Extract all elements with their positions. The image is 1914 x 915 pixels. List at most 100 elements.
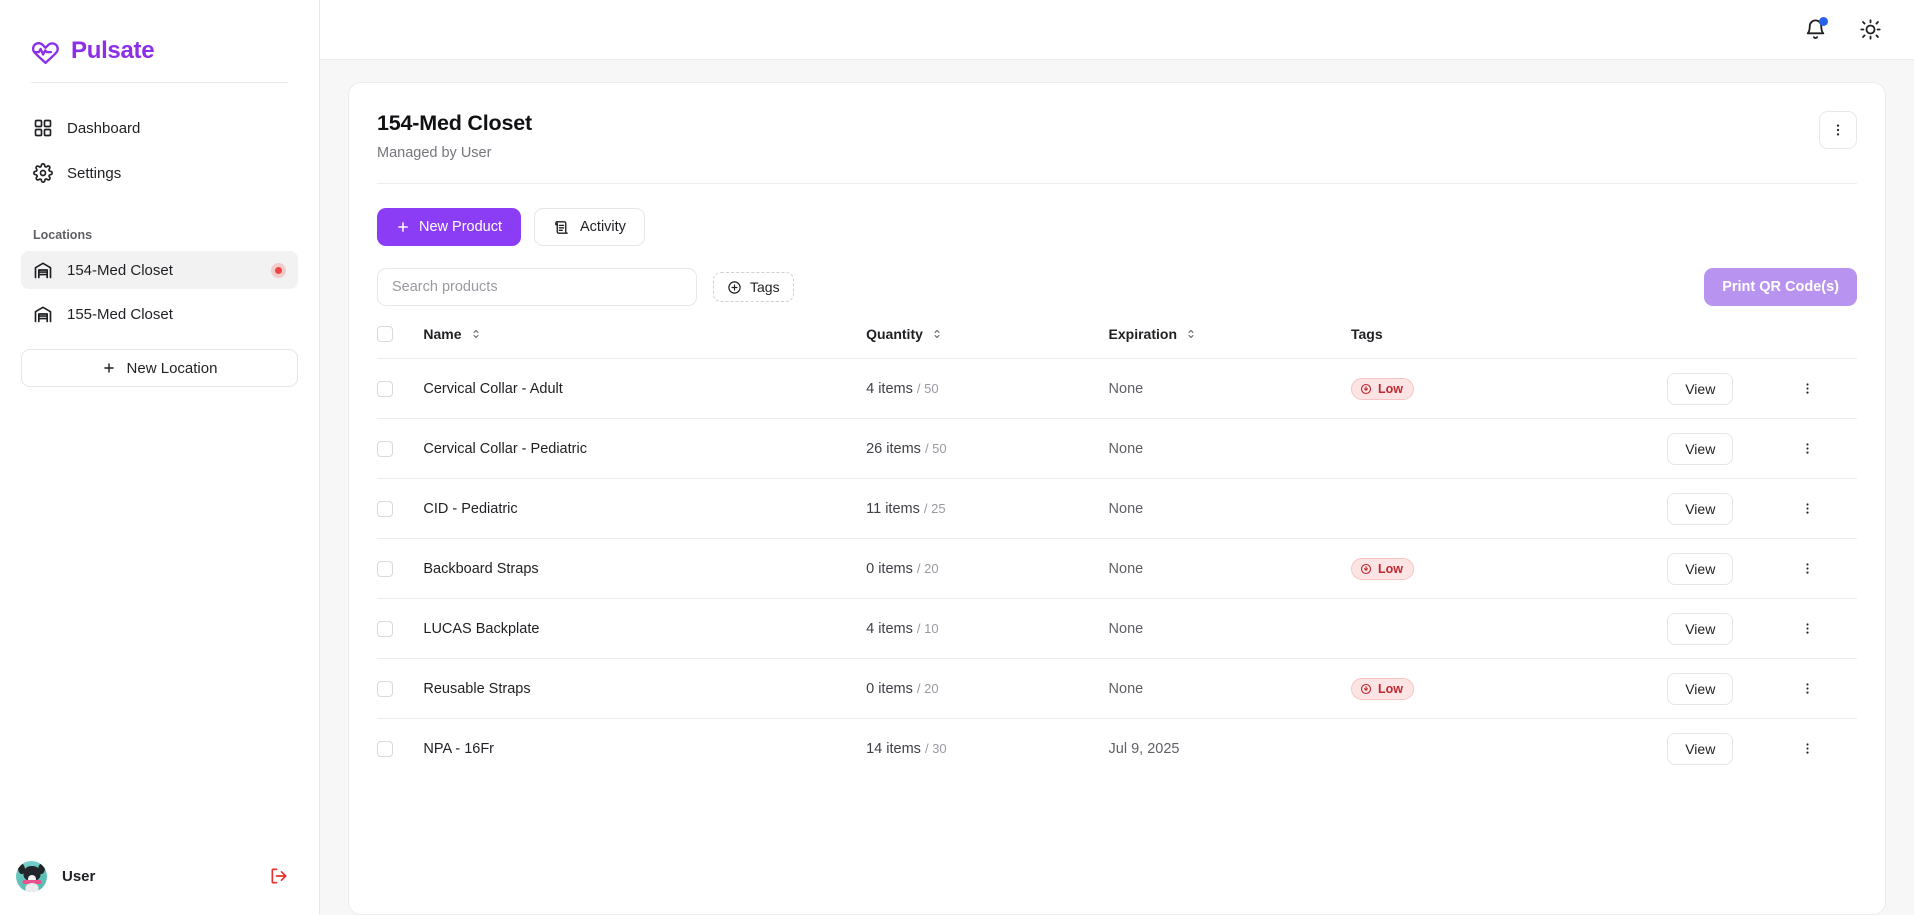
card-menu-button[interactable] [1819,111,1857,149]
row-menu-button[interactable] [1794,675,1821,702]
action-buttons: New Product Activity [377,208,1857,246]
table-row[interactable]: Reusable Straps0 items / 20NoneLowView [377,659,1857,719]
table-row[interactable]: NPA - 16Fr14 items / 30Jul 9, 2025View [377,719,1857,779]
theme-toggle-button[interactable] [1857,16,1884,43]
product-name: CID - Pediatric [423,501,517,517]
view-button[interactable]: View [1667,613,1733,645]
status-badge: Low [1351,678,1414,700]
sidebar-location-155-med-closet[interactable]: 155-Med Closet [21,295,298,333]
cell-view: View [1667,539,1793,599]
sort-arrows-icon [470,328,482,340]
cell-select [377,479,423,539]
cell-select [377,659,423,719]
view-button[interactable]: View [1667,493,1733,525]
row-checkbox[interactable] [377,561,393,577]
row-menu-button[interactable] [1794,735,1821,762]
cell-name: LUCAS Backplate [423,599,866,659]
row-menu-button[interactable] [1794,435,1821,462]
th-name[interactable]: Name [423,326,866,359]
cell-expiration: None [1109,419,1351,479]
brand[interactable]: Pulsate [0,0,319,74]
table-body: Cervical Collar - Adult4 items / 50NoneL… [377,359,1857,779]
sidebar-location-154-med-closet[interactable]: 154-Med Closet [21,251,298,289]
row-checkbox[interactable] [377,501,393,517]
table-row[interactable]: CID - Pediatric11 items / 25NoneView [377,479,1857,539]
search-input[interactable] [377,268,697,306]
avatar[interactable] [16,861,47,892]
view-button[interactable]: View [1667,373,1733,405]
row-checkbox[interactable] [377,741,393,757]
status-badge-label: Low [1378,682,1403,696]
row-checkbox[interactable] [377,621,393,637]
cell-view: View [1667,599,1793,659]
tags-filter-button[interactable]: Tags [713,272,794,302]
print-qr-button[interactable]: Print QR Code(s) [1704,268,1857,306]
th-row-menu [1794,326,1857,359]
th-quantity[interactable]: Quantity [866,326,1108,359]
select-all-checkbox[interactable] [377,326,393,342]
th-tags: Tags [1351,326,1667,359]
warehouse-icon [33,260,53,280]
row-menu-button[interactable] [1794,375,1821,402]
logout-button[interactable] [265,862,293,890]
table-row[interactable]: Cervical Collar - Adult4 items / 50NoneL… [377,359,1857,419]
quantity-current: 4 items [866,621,913,637]
activity-button[interactable]: Activity [534,208,645,246]
warehouse-icon [33,304,53,324]
row-menu-button[interactable] [1794,615,1821,642]
status-alert-dot [271,263,286,278]
row-menu-button[interactable] [1794,555,1821,582]
filter-bar: Tags Print QR Code(s) [377,268,1857,306]
cell-name: Cervical Collar - Pediatric [423,419,866,479]
view-button[interactable]: View [1667,433,1733,465]
view-button[interactable]: View [1667,673,1733,705]
view-button[interactable]: View [1667,733,1733,765]
quantity-max: / 20 [917,561,939,576]
view-button[interactable]: View [1667,553,1733,585]
product-name: Reusable Straps [423,681,530,697]
cell-row-menu [1794,539,1857,599]
table-row[interactable]: Cervical Collar - Pediatric26 items / 50… [377,419,1857,479]
row-checkbox[interactable] [377,381,393,397]
kebab-menu-icon [1800,381,1815,396]
products-table: Name Quantity [377,326,1857,779]
sidebar-location-label: 155-Med Closet [67,306,286,323]
th-expiration[interactable]: Expiration [1109,326,1351,359]
cell-select [377,419,423,479]
cell-select [377,719,423,779]
plus-icon [102,361,116,375]
sidebar-item-settings[interactable]: Settings [21,154,298,192]
product-name: LUCAS Backplate [423,621,539,637]
status-badge: Low [1351,558,1414,580]
cell-name: Reusable Straps [423,659,866,719]
cell-expiration: Jul 9, 2025 [1109,719,1351,779]
cell-name: CID - Pediatric [423,479,866,539]
new-location-button[interactable]: New Location [21,349,298,387]
row-checkbox[interactable] [377,441,393,457]
row-menu-button[interactable] [1794,495,1821,522]
new-product-label: New Product [419,219,502,235]
new-location-label: New Location [127,360,218,377]
sun-icon [1859,18,1882,41]
table-row[interactable]: Backboard Straps0 items / 20NoneLowView [377,539,1857,599]
page-title: 154-Med Closet [377,111,532,136]
expiration-value: None [1109,621,1144,637]
kebab-menu-icon [1800,681,1815,696]
th-view [1667,326,1793,359]
cell-expiration: None [1109,539,1351,599]
sidebar-location-label: 154-Med Closet [67,262,257,279]
cell-tags [1351,719,1667,779]
row-checkbox[interactable] [377,681,393,697]
new-product-button[interactable]: New Product [377,208,521,246]
cell-tags: Low [1351,359,1667,419]
status-badge: Low [1351,378,1414,400]
kebab-menu-icon [1800,621,1815,636]
quantity-max: / 50 [925,441,947,456]
cell-name: Backboard Straps [423,539,866,599]
gear-icon [33,163,53,183]
notifications-button[interactable] [1802,16,1829,43]
table-row[interactable]: LUCAS Backplate4 items / 10NoneView [377,599,1857,659]
sidebar-item-dashboard[interactable]: Dashboard [21,109,298,147]
quantity-max: / 20 [917,681,939,696]
quantity-max: / 50 [917,381,939,396]
